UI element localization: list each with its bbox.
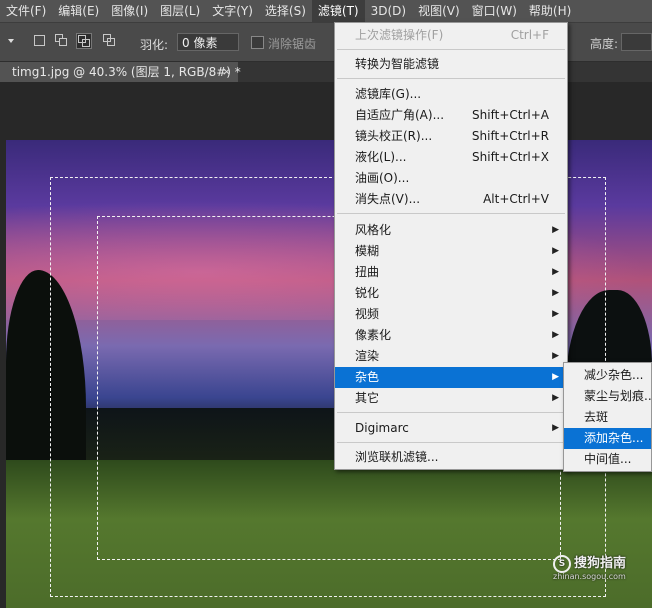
menu-view[interactable]: 视图(V) xyxy=(412,0,466,22)
add-to-selection-icon[interactable] xyxy=(55,34,69,48)
menu-item-filter-gallery[interactable]: 滤镜库(G)... xyxy=(335,84,567,105)
menu-item-pixelate[interactable]: 像素化 ▶ xyxy=(335,325,567,346)
menu-item-convert-smart-filter[interactable]: 转换为智能滤镜 xyxy=(335,54,567,75)
menu-separator xyxy=(337,213,565,214)
submenu-item-median[interactable]: 中间值... xyxy=(564,449,651,470)
height-label: 高度: xyxy=(590,37,619,51)
submenu-arrow-icon: ▶ xyxy=(552,288,559,298)
menu-item-render[interactable]: 渲染 ▶ xyxy=(335,346,567,367)
document-tab[interactable]: timg1.jpg @ 40.3% (图层 1, RGB/8#) * xyxy=(0,62,241,82)
menu-separator xyxy=(337,49,565,50)
document-tab-title: timg1.jpg @ 40.3% (图层 1, RGB/8#) * xyxy=(12,65,241,79)
menu-item-last-filter: 上次滤镜操作(F) Ctrl+F xyxy=(355,28,549,42)
menu-item-digimarc[interactable]: Digimarc ▶ xyxy=(335,418,567,439)
sogou-logo-icon: S xyxy=(553,554,571,573)
submenu-arrow-icon: ▶ xyxy=(552,423,559,433)
watermark: S 搜狗指南 xyxy=(553,552,626,573)
submenu-arrow-icon: ▶ xyxy=(552,372,559,382)
antialias-checkbox[interactable] xyxy=(251,36,264,49)
menu-item-adaptive-wide-angle[interactable]: 自适应广角(A)... Shift+Ctrl+A xyxy=(335,105,567,126)
submenu-item-dust-and-scratches[interactable]: 蒙尘与划痕... xyxy=(564,386,652,407)
feather-label: 羽化: xyxy=(140,38,169,52)
submenu-arrow-icon: ▶ xyxy=(552,351,559,361)
menu-item-other[interactable]: 其它 ▶ xyxy=(335,388,567,409)
menu-item-liquify[interactable]: 液化(L)... Shift+Ctrl+X xyxy=(335,147,567,168)
menu-file[interactable]: 文件(F) xyxy=(0,0,52,22)
menu-item-oil-paint[interactable]: 油画(O)... xyxy=(335,168,567,189)
height-input[interactable] xyxy=(621,33,652,51)
menu-type[interactable]: 文字(Y) xyxy=(206,0,259,22)
menu-image[interactable]: 图像(I) xyxy=(105,0,154,22)
submenu-arrow-icon: ▶ xyxy=(552,267,559,277)
menu-help[interactable]: 帮助(H) xyxy=(523,0,577,22)
menu-3d[interactable]: 3D(D) xyxy=(365,0,412,22)
menu-item-sharpen[interactable]: 锐化 ▶ xyxy=(335,283,567,304)
menu-item-browse-online-filters[interactable]: 浏览联机滤镜... xyxy=(335,447,567,468)
menu-filter[interactable]: 滤镜(T) xyxy=(311,0,365,22)
menu-item-video[interactable]: 视频 ▶ xyxy=(335,304,567,325)
antialias-label: 消除锯齿 xyxy=(268,37,317,51)
submenu-arrow-icon: ▶ xyxy=(552,309,559,319)
menu-window[interactable]: 窗口(W) xyxy=(466,0,523,22)
submenu-arrow-icon: ▶ xyxy=(552,330,559,340)
close-tab-icon[interactable]: × xyxy=(222,62,231,82)
menu-item-noise[interactable]: 杂色 ▶ xyxy=(335,367,567,388)
menu-item-lens-correction[interactable]: 镜头校正(R)... Shift+Ctrl+R xyxy=(335,126,567,147)
menu-item-blur[interactable]: 模糊 ▶ xyxy=(335,241,567,262)
menu-edit[interactable]: 编辑(E) xyxy=(52,0,105,22)
menu-separator xyxy=(337,412,565,413)
submenu-arrow-icon: ▶ xyxy=(552,393,559,403)
menu-item-distort[interactable]: 扭曲 ▶ xyxy=(335,262,567,283)
filter-menu: 上次滤镜操作(F) Ctrl+F 转换为智能滤镜 滤镜库(G)... 自适应广角… xyxy=(334,22,568,470)
submenu-item-despeckle[interactable]: 去斑 xyxy=(564,407,651,428)
submenu-item-reduce-noise[interactable]: 减少杂色... xyxy=(564,365,651,386)
noise-submenu: 减少杂色... 蒙尘与划痕... 去斑 添加杂色... 中间值... xyxy=(563,362,652,472)
tool-preset-arrow-icon[interactable] xyxy=(8,39,14,43)
intersect-selection-icon[interactable] xyxy=(103,34,117,48)
menu-select[interactable]: 选择(S) xyxy=(259,0,312,22)
watermark-url: zhinan.sogou.com xyxy=(553,572,626,581)
menu-item-stylize[interactable]: 风格化 ▶ xyxy=(335,220,567,241)
submenu-arrow-icon: ▶ xyxy=(552,225,559,235)
feather-input[interactable]: 0 像素 xyxy=(177,33,239,51)
menubar: 文件(F) 编辑(E) 图像(I) 图层(L) 文字(Y) 选择(S) 滤镜(T… xyxy=(0,0,652,23)
menu-separator xyxy=(337,78,565,79)
submenu-item-add-noise[interactable]: 添加杂色... xyxy=(564,428,651,449)
menu-item-vanishing-point[interactable]: 消失点(V)... Alt+Ctrl+V xyxy=(335,189,567,210)
menu-separator xyxy=(337,442,565,443)
watermark-text: 搜狗指南 xyxy=(574,556,627,571)
menu-layer[interactable]: 图层(L) xyxy=(154,0,206,22)
subtract-from-selection-icon[interactable] xyxy=(76,33,92,49)
new-selection-icon[interactable] xyxy=(33,34,47,48)
submenu-arrow-icon: ▶ xyxy=(552,246,559,256)
